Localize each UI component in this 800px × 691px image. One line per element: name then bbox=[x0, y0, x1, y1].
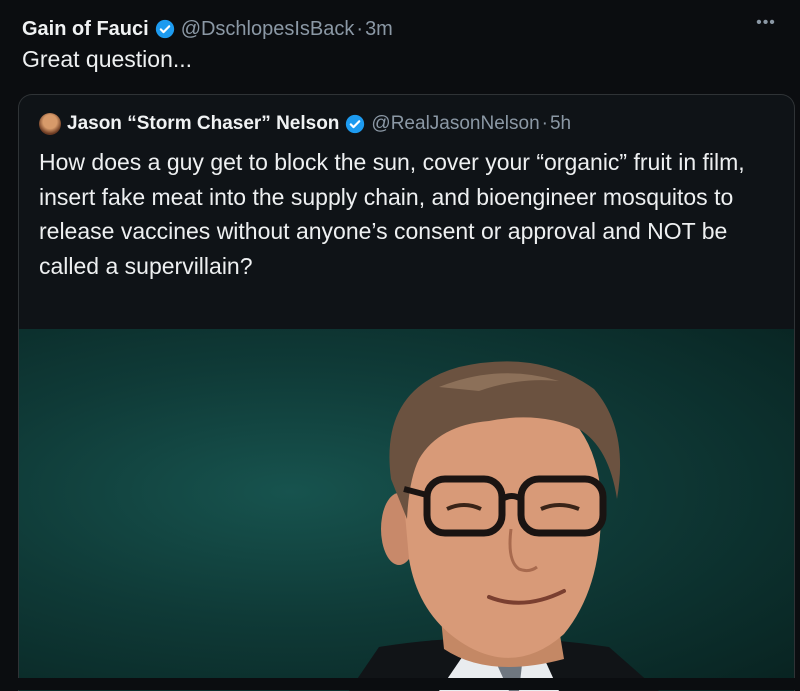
separator-dot: · bbox=[356, 17, 364, 40]
quoted-author-name[interactable]: Jason “Storm Chaser” Nelson bbox=[67, 113, 339, 135]
quoted-tweet[interactable]: Jason “Storm Chaser” Nelson @RealJasonNe… bbox=[18, 94, 795, 691]
quoted-timestamp[interactable]: 5h bbox=[550, 113, 571, 135]
verified-badge-icon bbox=[155, 19, 174, 39]
quoted-author-handle[interactable]: @RealJasonNelson bbox=[371, 113, 539, 135]
avatar[interactable] bbox=[39, 113, 61, 135]
quoted-tweet-header: Jason “Storm Chaser” Nelson @RealJasonNe… bbox=[39, 109, 571, 139]
tweet[interactable]: Gain of Fauci @DschlopesIsBack · 3m ••• … bbox=[0, 0, 800, 691]
author-handle[interactable]: @DschlopesIsBack bbox=[181, 18, 355, 41]
divider bbox=[0, 678, 800, 690]
verified-badge-icon bbox=[346, 114, 365, 134]
separator-dot: · bbox=[541, 113, 548, 134]
quoted-tweet-text: How does a guy get to block the sun, cov… bbox=[39, 149, 745, 279]
tweet-header: Gain of Fauci @DschlopesIsBack · 3m bbox=[22, 12, 393, 46]
author-name[interactable]: Gain of Fauci bbox=[22, 18, 149, 41]
man-with-glasses-photo bbox=[349, 361, 659, 691]
quoted-tweet-photo[interactable] bbox=[19, 329, 794, 691]
timestamp[interactable]: 3m bbox=[365, 18, 393, 41]
more-options-icon[interactable]: ••• bbox=[754, 14, 778, 34]
tweet-text: Great question... bbox=[22, 46, 193, 72]
